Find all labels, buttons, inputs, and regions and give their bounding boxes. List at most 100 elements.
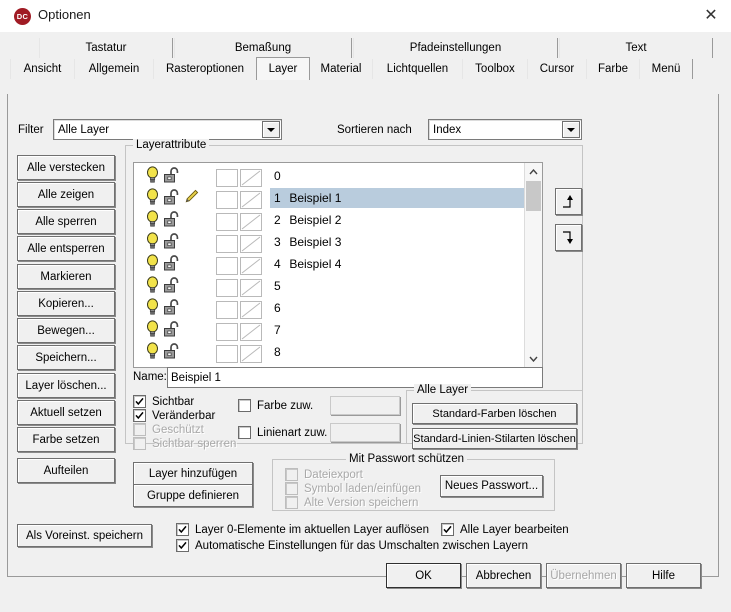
tab-farbe[interactable]: Farbe (586, 59, 640, 79)
layer-linestyle-swatch[interactable] (240, 257, 262, 275)
layer-visible-toggle[interactable] (146, 254, 159, 275)
button-gruppe-definieren[interactable]: Gruppe definieren (133, 484, 253, 507)
layer-lock-toggle[interactable] (163, 276, 182, 297)
tab-toolbox[interactable]: Toolbox (462, 59, 528, 79)
sort-combo[interactable]: Index (428, 119, 582, 140)
layer-row[interactable]: 0 (134, 165, 524, 187)
linienart-zuw-swatch[interactable] (330, 423, 400, 442)
tab-lichtquellen[interactable]: Lichtquellen (372, 59, 463, 79)
filter-combo[interactable]: Alle Layer (53, 119, 282, 140)
layer-lock-toggle[interactable] (163, 320, 182, 341)
move-layer-up-button[interactable] (555, 188, 582, 215)
button-speichern[interactable]: Speichern... (17, 345, 115, 370)
button-layer-hinzufuegen[interactable]: Layer hinzufügen (133, 462, 253, 485)
button-als-voreinst-speichern[interactable]: Als Voreinst. speichern (17, 524, 152, 547)
tab-cursor[interactable]: Cursor (527, 59, 587, 79)
layer-lock-toggle[interactable] (163, 254, 182, 275)
layer-lock-toggle[interactable] (163, 166, 182, 187)
layer-linestyle-swatch[interactable] (240, 169, 262, 187)
checkbox-alle-layer-bearbeiten[interactable]: Alle Layer bearbeiten (441, 523, 569, 536)
scroll-down-icon[interactable] (525, 350, 542, 367)
layer-color-swatch[interactable] (216, 235, 238, 253)
scroll-up-icon[interactable] (525, 163, 542, 180)
button-kopieren[interactable]: Kopieren... (17, 291, 115, 316)
tab-text[interactable]: Text (559, 38, 713, 58)
layer-row[interactable]: 7 (134, 319, 524, 341)
layer-color-swatch[interactable] (216, 345, 238, 363)
layer-visible-toggle[interactable] (146, 320, 159, 341)
layer-color-swatch[interactable] (216, 213, 238, 231)
farbe-zuw-swatch[interactable] (330, 396, 400, 415)
layer-color-swatch[interactable] (216, 279, 238, 297)
tab-allgemein[interactable]: Allgemein (74, 59, 154, 79)
layer-linestyle-swatch[interactable] (240, 323, 262, 341)
button-layer-loeschen[interactable]: Layer löschen... (17, 373, 115, 398)
chevron-down-icon[interactable] (262, 121, 280, 138)
button-markieren[interactable]: Markieren (17, 264, 115, 289)
button-standard-linien-stilarten-loeschen[interactable]: Standard-Linien-Stilarten löschen (412, 428, 577, 449)
button-uebernehmen[interactable]: Übernehmen (546, 563, 621, 588)
layer-color-swatch[interactable] (216, 169, 238, 187)
chevron-down-icon[interactable] (562, 121, 580, 138)
layer-linestyle-swatch[interactable] (240, 279, 262, 297)
layer-visible-toggle[interactable] (146, 210, 159, 231)
button-ok[interactable]: OK (386, 563, 461, 588)
checkbox-farbe-zuw[interactable]: Farbe zuw. (238, 399, 313, 412)
checkbox-layer0-aufloesen[interactable]: Layer 0-Elemente im aktuellen Layer aufl… (176, 523, 429, 536)
layer-linestyle-swatch[interactable] (240, 345, 262, 363)
button-farbe-setzen[interactable]: Farbe setzen (17, 427, 115, 452)
tab-rasteroptionen[interactable]: Rasteroptionen (153, 59, 257, 79)
layer-list-scrollbar[interactable] (524, 163, 542, 367)
layer-visible-toggle[interactable] (146, 276, 159, 297)
button-standard-farben-loeschen[interactable]: Standard-Farben löschen (412, 403, 577, 424)
layer-name-input[interactable]: Beispiel 1 (167, 367, 543, 388)
button-alle-sperren[interactable]: Alle sperren (17, 209, 115, 234)
layer-row[interactable]: 1 Beispiel 1 (134, 187, 524, 209)
close-icon[interactable]: ✕ (698, 5, 724, 27)
layer-visible-toggle[interactable] (146, 188, 159, 209)
button-abbrechen[interactable]: Abbrechen (466, 563, 541, 588)
layer-row[interactable]: 4 Beispiel 4 (134, 253, 524, 275)
layer-color-swatch[interactable] (216, 257, 238, 275)
layer-linestyle-swatch[interactable] (240, 191, 262, 209)
layer-visible-toggle[interactable] (146, 298, 159, 319)
layer-lock-toggle[interactable] (163, 232, 182, 253)
layer-row[interactable]: 2 Beispiel 2 (134, 209, 524, 231)
checkbox-linienart-zuw[interactable]: Linienart zuw. (238, 426, 327, 439)
move-layer-down-button[interactable] (555, 224, 582, 251)
layer-lock-toggle[interactable] (163, 210, 182, 231)
button-alle-entsperren[interactable]: Alle entsperren (17, 236, 115, 261)
button-aufteilen[interactable]: Aufteilen (17, 458, 115, 483)
button-alle-verstecken[interactable]: Alle verstecken (17, 155, 115, 180)
layer-visible-toggle[interactable] (146, 166, 159, 187)
button-hilfe[interactable]: Hilfe (626, 563, 701, 588)
layer-row[interactable]: 8 (134, 341, 524, 363)
button-alle-zeigen[interactable]: Alle zeigen (17, 182, 115, 207)
layer-lock-toggle[interactable] (163, 342, 182, 363)
scroll-thumb[interactable] (526, 181, 541, 211)
button-bewegen[interactable]: Bewegen... (17, 318, 115, 343)
layer-linestyle-swatch[interactable] (240, 213, 262, 231)
tab-ansicht[interactable]: Ansicht (10, 59, 75, 79)
layer-color-swatch[interactable] (216, 191, 238, 209)
tab-tastatur[interactable]: Tastatur (39, 38, 173, 58)
button-aktuell-setzen[interactable]: Aktuell setzen (17, 400, 115, 425)
layer-linestyle-swatch[interactable] (240, 235, 262, 253)
tab-material[interactable]: Material (309, 59, 373, 79)
layer-list[interactable]: 01 Beispiel 12 Beispiel 23 Beispiel 34 B… (133, 162, 543, 368)
layer-row[interactable]: 5 (134, 275, 524, 297)
layer-lock-toggle[interactable] (163, 188, 182, 209)
button-neues-passwort[interactable]: Neues Passwort... (440, 475, 543, 497)
checkbox-automatische-einstellungen[interactable]: Automatische Einstellungen für das Umsch… (176, 539, 528, 552)
layer-color-swatch[interactable] (216, 301, 238, 319)
checkbox-sichtbar[interactable]: Sichtbar (133, 395, 194, 408)
tab-menu[interactable]: Menü (639, 59, 693, 79)
layer-row[interactable]: 6 (134, 297, 524, 319)
layer-color-swatch[interactable] (216, 323, 238, 341)
layer-lock-toggle[interactable] (163, 298, 182, 319)
layer-visible-toggle[interactable] (146, 342, 159, 363)
tab-layer[interactable]: Layer (256, 57, 310, 80)
layer-linestyle-swatch[interactable] (240, 301, 262, 319)
tab-pfadeinstellungen[interactable]: Pfadeinstellungen (353, 38, 558, 58)
layer-row[interactable]: 3 Beispiel 3 (134, 231, 524, 253)
